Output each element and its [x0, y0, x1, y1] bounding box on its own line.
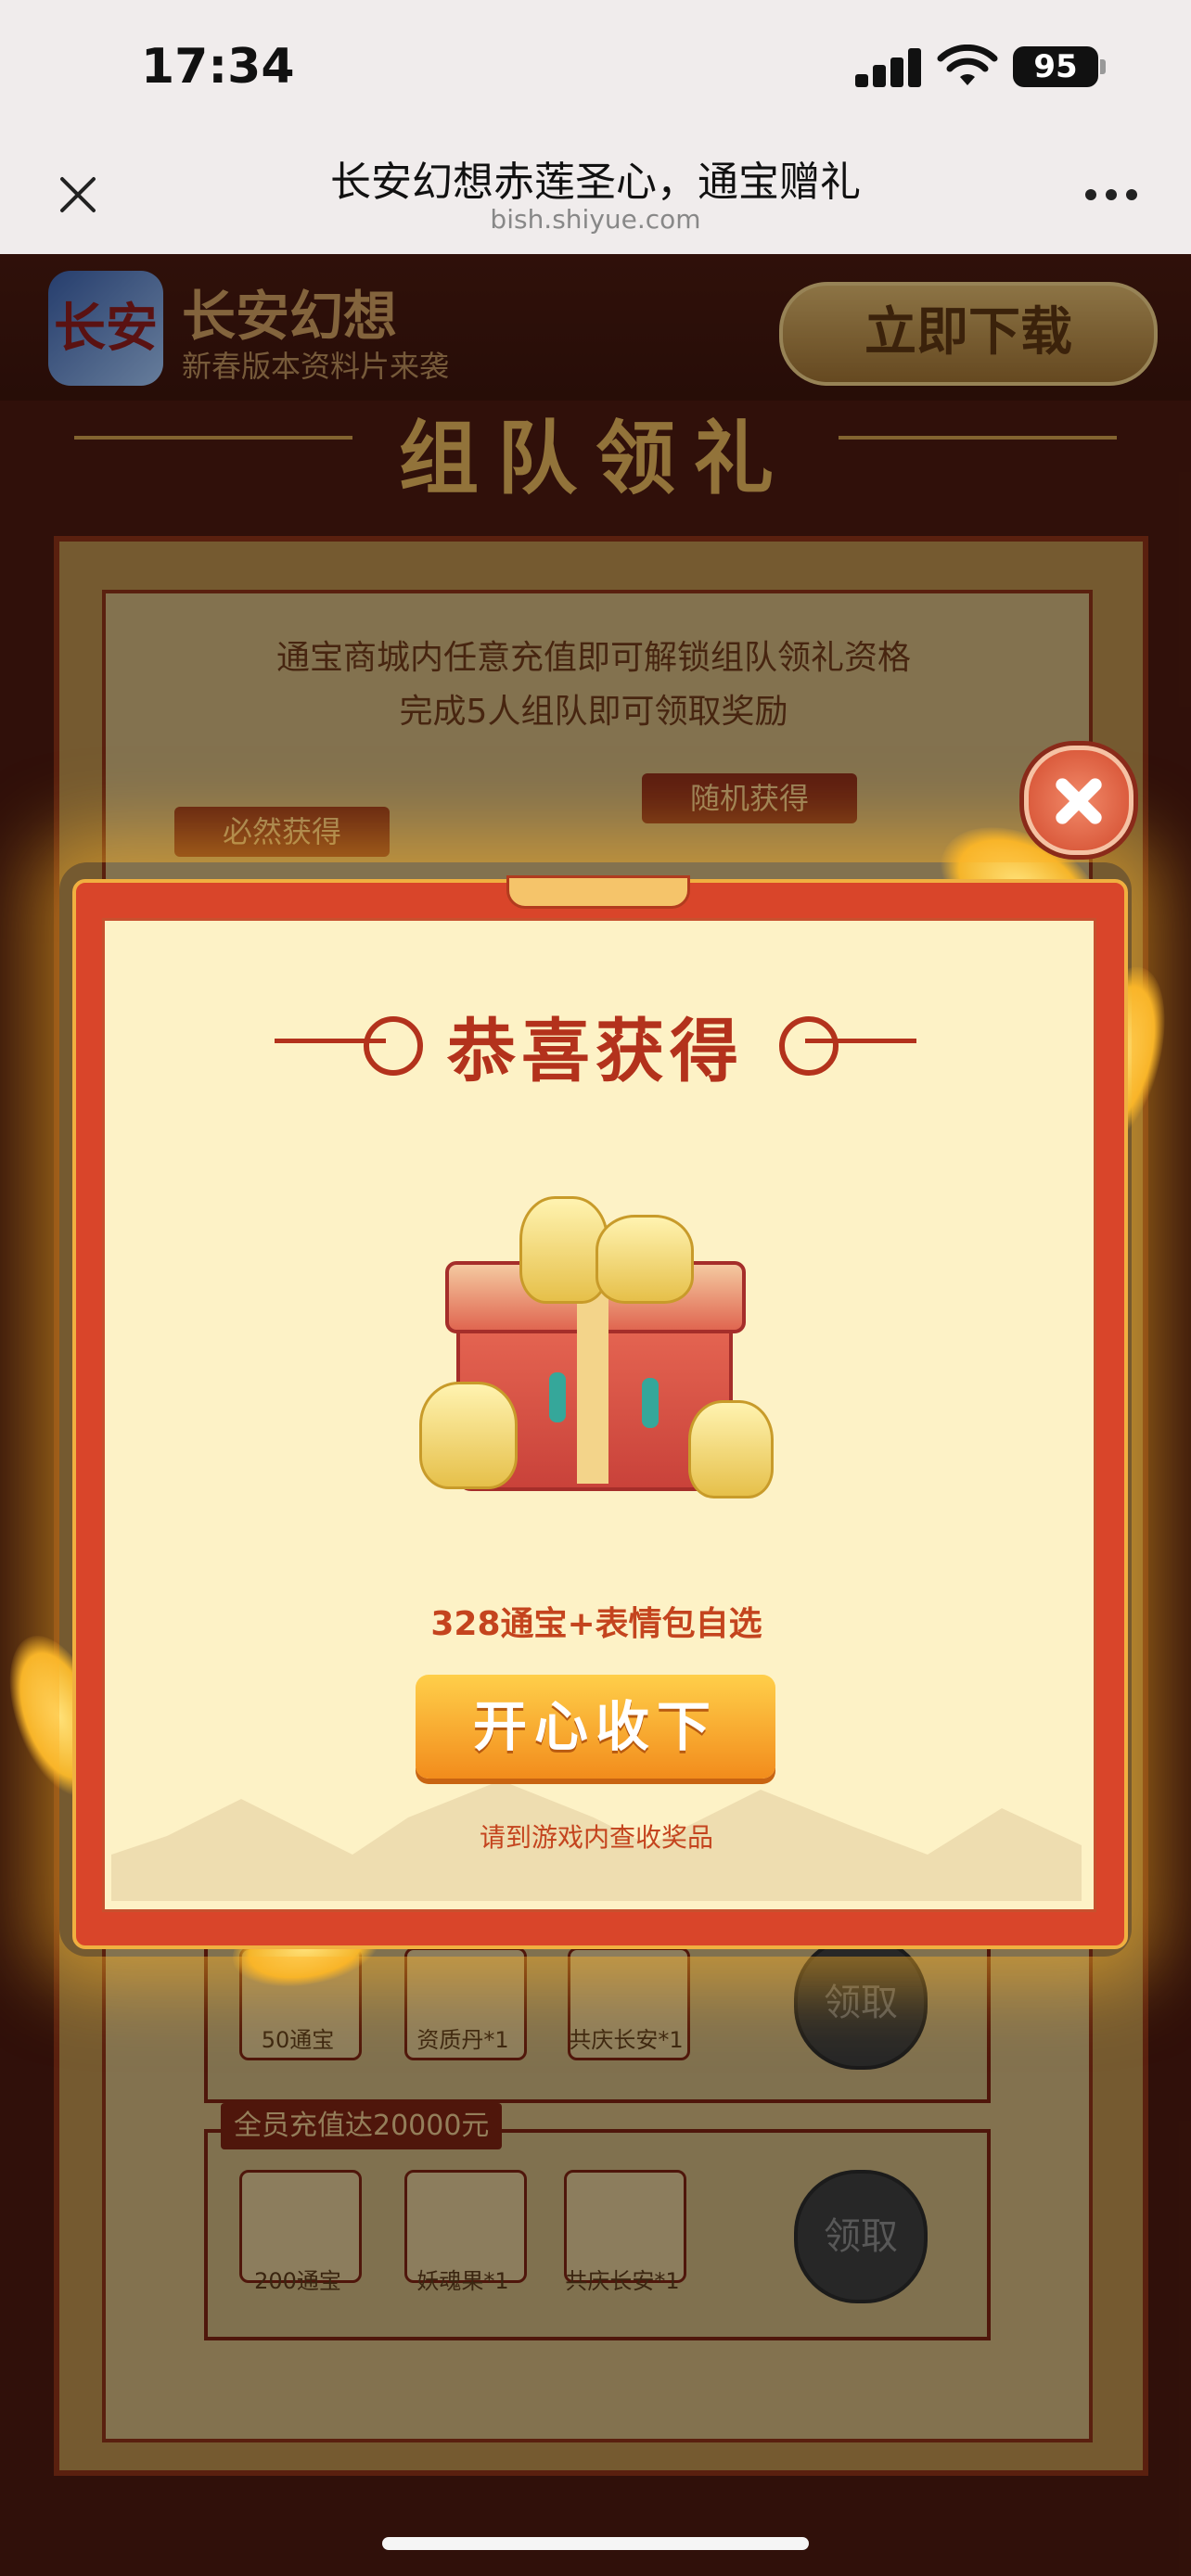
home-indicator[interactable]	[382, 2537, 809, 2550]
status-time: 17:34	[141, 39, 295, 95]
modal-top-ornament	[506, 875, 690, 909]
browser-bar: 长安幻想赤莲圣心，通宝赠礼 bish.shiyue.com	[0, 139, 1191, 255]
modal-close-icon[interactable]	[1024, 746, 1133, 855]
gold-ingot-icon	[596, 1215, 694, 1304]
battery-icon: 95	[1013, 46, 1098, 87]
check-hint: 请到游戏内查收奖品	[479, 1822, 713, 1853]
more-icon[interactable]	[1085, 189, 1141, 204]
close-icon[interactable]	[50, 167, 106, 223]
accept-button[interactable]: 开心收下	[416, 1675, 775, 1779]
gold-ingot-icon	[419, 1382, 518, 1489]
signal-icon	[855, 48, 922, 87]
status-bar: 17:34 95	[0, 0, 1191, 139]
wifi-icon	[937, 45, 998, 85]
page-title: 长安幻想赤莲圣心，通宝赠礼	[330, 159, 861, 206]
modal-title: 恭喜获得	[447, 1012, 744, 1091]
page-url: bish.shiyue.com	[490, 204, 701, 235]
gift-box-icon	[419, 1196, 774, 1511]
tassel-decoration	[549, 1372, 566, 1422]
gold-ingot-icon	[688, 1400, 774, 1498]
battery-tip	[1100, 59, 1106, 74]
reward-text: 328通宝+表情包自选	[430, 1605, 762, 1643]
tassel-decoration	[642, 1378, 659, 1428]
